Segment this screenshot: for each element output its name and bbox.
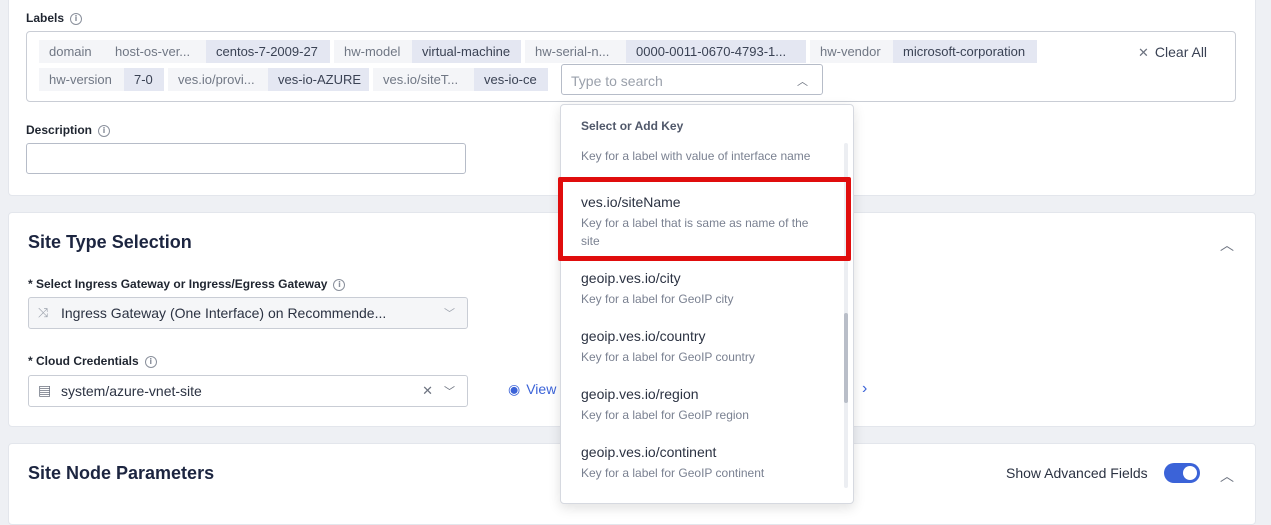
label-search-input[interactable] bbox=[569, 72, 783, 90]
info-icon[interactable]: i bbox=[98, 125, 111, 137]
gateway-label-text: * Select Ingress Gateway or Ingress/Egre… bbox=[28, 277, 328, 291]
label-chip-value[interactable]: 7-0 bbox=[124, 68, 164, 91]
label-chip-key[interactable]: hw-model bbox=[334, 40, 412, 63]
label-chip-value[interactable]: centos-7-2009-27 bbox=[206, 40, 330, 63]
description-label-text: Description bbox=[26, 123, 93, 137]
label-chip-value[interactable]: microsoft-corporation bbox=[893, 40, 1037, 63]
option-title: geoip.ves.io/region bbox=[581, 386, 699, 402]
credentials-field-label: * Cloud Credentials i bbox=[28, 354, 157, 368]
dropdown-option[interactable]: Key for a label with value of interface … bbox=[581, 143, 821, 165]
chevron-down-icon[interactable]: ﹀ bbox=[444, 383, 455, 399]
option-description: Key for a label for GeoIP region bbox=[581, 408, 749, 422]
advanced-fields-toggle[interactable] bbox=[1164, 463, 1200, 483]
collapse-chevron-icon[interactable]: ︿ bbox=[1220, 466, 1234, 486]
label-chip-key[interactable]: hw-version bbox=[39, 68, 124, 91]
route-icon: ⤨ bbox=[38, 305, 49, 320]
label-chip-key[interactable]: domain bbox=[39, 40, 105, 63]
labels-label-text: Labels bbox=[26, 11, 65, 25]
clear-all-button[interactable]: ✕ Clear All bbox=[1138, 44, 1207, 61]
info-icon[interactable]: i bbox=[333, 279, 346, 291]
close-icon: ✕ bbox=[1138, 45, 1149, 60]
label-chip-key[interactable]: ves.io/provi... bbox=[168, 68, 268, 91]
label-chip-key[interactable]: host-os-ver... bbox=[105, 40, 206, 63]
option-title: geoip.ves.io/city bbox=[581, 270, 681, 286]
toggle-knob bbox=[1183, 466, 1197, 480]
option-description: Key for a label for GeoIP country bbox=[581, 350, 755, 364]
chevron-up-icon[interactable]: ︿ bbox=[797, 73, 808, 89]
label-chip-value[interactable]: virtual-machine bbox=[412, 40, 521, 63]
description-input[interactable] bbox=[26, 143, 466, 174]
gateway-select[interactable]: ⤨ Ingress Gateway (One Interface) on Rec… bbox=[28, 297, 468, 329]
document-icon: ▤ bbox=[38, 382, 52, 398]
chevron-right-icon[interactable]: › bbox=[862, 380, 867, 398]
dropdown-option[interactable]: geoip.ves.io/country Key for a label for… bbox=[581, 328, 821, 366]
option-description: Key for a label with value of interface … bbox=[581, 149, 811, 163]
label-chip-value[interactable]: ves-io-ce bbox=[474, 68, 548, 91]
label-search-box[interactable]: ︿ bbox=[561, 64, 823, 95]
option-description: Key for a label for GeoIP city bbox=[581, 292, 734, 306]
credentials-label-text: * Cloud Credentials bbox=[28, 354, 139, 368]
label-chip-value[interactable]: ves-io-AZURE bbox=[268, 68, 369, 91]
view-link[interactable]: ◉ View bbox=[508, 381, 556, 398]
description-field-label: Description i bbox=[26, 123, 111, 137]
site-type-title: Site Type Selection bbox=[28, 232, 192, 252]
dropdown-option[interactable]: geoip.ves.io/region Key for a label for … bbox=[581, 386, 821, 424]
dropdown-option[interactable]: geoip.ves.io/city Key for a label for Ge… bbox=[581, 270, 821, 308]
gateway-select-value: Ingress Gateway (One Interface) on Recom… bbox=[61, 305, 387, 321]
clear-all-label: Clear All bbox=[1154, 44, 1208, 60]
label-chip-key[interactable]: hw-serial-n... bbox=[525, 40, 626, 63]
gateway-field-label: * Select Ingress Gateway or Ingress/Egre… bbox=[28, 277, 346, 291]
highlight-box bbox=[558, 177, 851, 261]
label-chip-value[interactable]: 0000-0011-0670-4793-1... bbox=[626, 40, 806, 63]
dropdown-option[interactable]: geoip.ves.io/continent Key for a label f… bbox=[581, 444, 821, 482]
site-node-title: Site Node Parameters bbox=[28, 463, 215, 483]
option-title: geoip.ves.io/continent bbox=[581, 444, 717, 460]
advanced-fields-label: Show Advanced Fields bbox=[1006, 465, 1148, 481]
credentials-select[interactable]: ▤ system/azure-vnet-site ✕ ﹀ bbox=[28, 375, 468, 407]
label-key-dropdown: Select or Add Key Key for a label with v… bbox=[560, 104, 854, 504]
label-chip-key[interactable]: hw-vendor bbox=[810, 40, 893, 63]
dropdown-scrollbar-thumb[interactable] bbox=[844, 313, 848, 403]
clear-icon[interactable]: ✕ bbox=[422, 383, 433, 399]
info-icon[interactable]: i bbox=[144, 356, 157, 368]
collapse-chevron-icon[interactable]: ︿ bbox=[1220, 235, 1234, 255]
labels-field-label: Labels i bbox=[26, 11, 83, 25]
option-title: geoip.ves.io/country bbox=[581, 328, 706, 344]
info-icon[interactable]: i bbox=[70, 13, 83, 25]
view-link-text: View bbox=[526, 381, 557, 397]
label-chip-key[interactable]: ves.io/siteT... bbox=[373, 68, 474, 91]
dropdown-header: Select or Add Key bbox=[581, 119, 684, 133]
credentials-select-value: system/azure-vnet-site bbox=[61, 383, 202, 399]
option-description: Key for a label for GeoIP continent bbox=[581, 466, 765, 480]
chevron-down-icon: ﹀ bbox=[444, 308, 455, 320]
eye-icon: ◉ bbox=[508, 381, 521, 397]
